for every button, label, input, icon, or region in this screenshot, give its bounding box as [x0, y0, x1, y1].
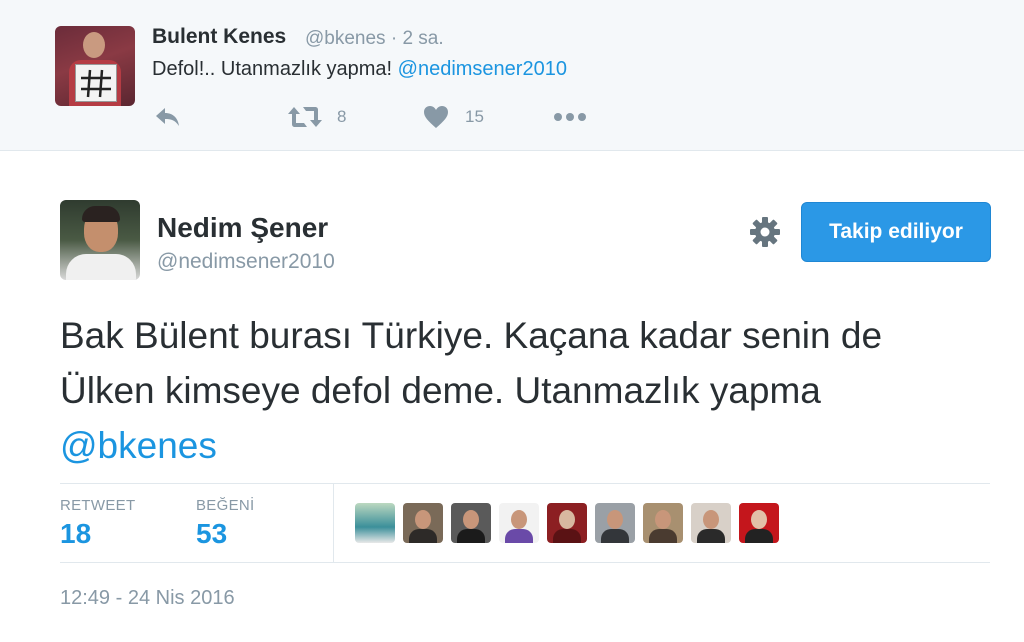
tweet-text-body: Bak Bülent burası Türkiye. Kaçana kadar … [60, 315, 883, 411]
mention-link[interactable]: @bkenes [60, 425, 217, 466]
more-icon [554, 113, 586, 121]
parent-mention-link[interactable]: @nedimsener2010 [398, 58, 567, 80]
liker-avatar[interactable] [547, 503, 587, 543]
tweet-stats: RETWEET 18 BEĞENİ 53 [60, 483, 990, 563]
gear-icon[interactable] [749, 216, 781, 248]
reply-icon [156, 108, 179, 126]
parent-tweet[interactable]: Bulent Kenes @bkenes · 2 sa. Defol!.. Ut… [0, 0, 1024, 151]
tweet-text: Bak Bülent burası Türkiye. Kaçana kadar … [60, 308, 980, 473]
parent-author-handle[interactable]: @bkenes · 2 sa. [305, 28, 444, 50]
liker-avatars [355, 503, 779, 543]
liker-avatar[interactable] [595, 503, 635, 543]
parent-author-name[interactable]: Bulent Kenes [152, 25, 286, 49]
like-count: 53 [196, 518, 228, 549]
parent-retweet-count: 8 [337, 107, 347, 126]
liker-avatar[interactable] [643, 503, 683, 543]
liker-avatar[interactable] [499, 503, 539, 543]
author-name[interactable]: Nedim Şener [157, 212, 328, 244]
retweet-label: RETWEET [60, 497, 136, 514]
parent-text-body: Defol!.. Utanmazlık yapma! [152, 58, 398, 80]
like-label: BEĞENİ [196, 497, 255, 514]
liker-avatar[interactable] [691, 503, 731, 543]
like-button[interactable]: 15 [423, 103, 484, 131]
parent-tweet-text: Defol!.. Utanmazlık yapma! @nedimsener20… [152, 58, 567, 81]
parent-time[interactable]: · 2 sa. [391, 28, 444, 49]
liker-avatar[interactable] [355, 503, 395, 543]
retweet-count: 18 [60, 518, 92, 549]
parent-like-count: 15 [465, 107, 484, 126]
retweet-icon [288, 107, 322, 127]
reply-button[interactable] [154, 103, 182, 131]
following-button[interactable]: Takip ediliyor [801, 202, 991, 262]
hashtag-sign-icon [81, 69, 111, 98]
retweet-button[interactable]: 8 [287, 103, 346, 131]
parent-avatar[interactable] [55, 26, 135, 106]
liker-avatar[interactable] [403, 503, 443, 543]
stats-divider [333, 484, 334, 562]
liker-avatar[interactable] [451, 503, 491, 543]
author-handle[interactable]: @nedimsener2010 [157, 250, 335, 274]
parent-handle-text: @bkenes [305, 28, 386, 49]
more-button[interactable] [553, 103, 587, 131]
tweet-timestamp[interactable]: 12:49 - 24 Nis 2016 [60, 587, 235, 610]
heart-icon [424, 106, 448, 128]
author-avatar[interactable] [60, 200, 140, 280]
liker-avatar[interactable] [739, 503, 779, 543]
